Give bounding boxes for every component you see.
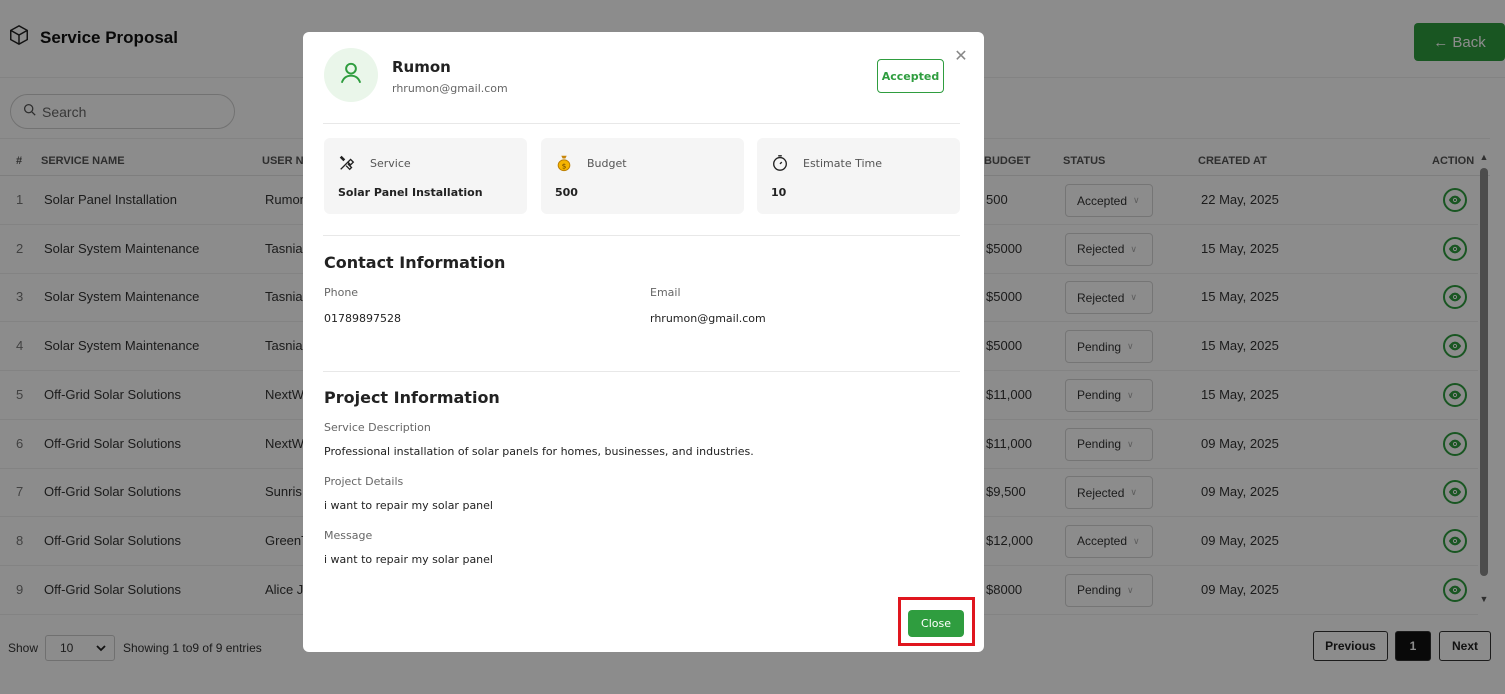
project-details-value: i want to repair my solar panel <box>324 499 493 512</box>
user-email: rhrumon@gmail.com <box>392 82 508 95</box>
estimate-time-label: Estimate Time <box>803 157 883 170</box>
stopwatch-icon <box>771 154 789 172</box>
budget-card: $ Budget 500 <box>541 138 744 214</box>
message-value: i want to repair my solar panel <box>324 553 493 566</box>
divider <box>323 235 960 236</box>
budget-value: 500 <box>555 186 578 199</box>
service-description-label: Service Description <box>324 421 431 434</box>
project-details-label: Project Details <box>324 475 404 488</box>
proposal-detail-modal: ✕ Rumon rhrumon@gmail.com Accepted Servi… <box>303 32 984 652</box>
email-label: Email <box>650 286 681 299</box>
service-card: Service Solar Panel Installation <box>324 138 527 214</box>
service-label: Service <box>370 157 411 170</box>
divider <box>323 371 960 372</box>
project-info-title: Project Information <box>324 388 500 407</box>
service-value: Solar Panel Installation <box>338 186 483 199</box>
close-button-highlight <box>898 597 975 646</box>
email-value: rhrumon@gmail.com <box>650 312 766 325</box>
svg-text:$: $ <box>562 161 567 170</box>
contact-info-title: Contact Information <box>324 253 506 272</box>
divider <box>323 123 960 124</box>
user-name: Rumon <box>392 58 451 76</box>
phone-value: 01789897528 <box>324 312 401 325</box>
close-icon[interactable]: ✕ <box>953 48 969 64</box>
status-badge: Accepted <box>877 59 944 93</box>
budget-label: Budget <box>587 157 627 170</box>
estimate-time-card: Estimate Time 10 <box>757 138 960 214</box>
message-label: Message <box>324 529 373 542</box>
avatar <box>324 48 378 102</box>
money-bag-icon: $ <box>555 154 573 172</box>
tools-icon <box>338 154 356 172</box>
service-description-value: Professional installation of solar panel… <box>324 445 754 458</box>
estimate-time-value: 10 <box>771 186 787 199</box>
phone-label: Phone <box>324 286 359 299</box>
user-icon <box>338 60 364 90</box>
